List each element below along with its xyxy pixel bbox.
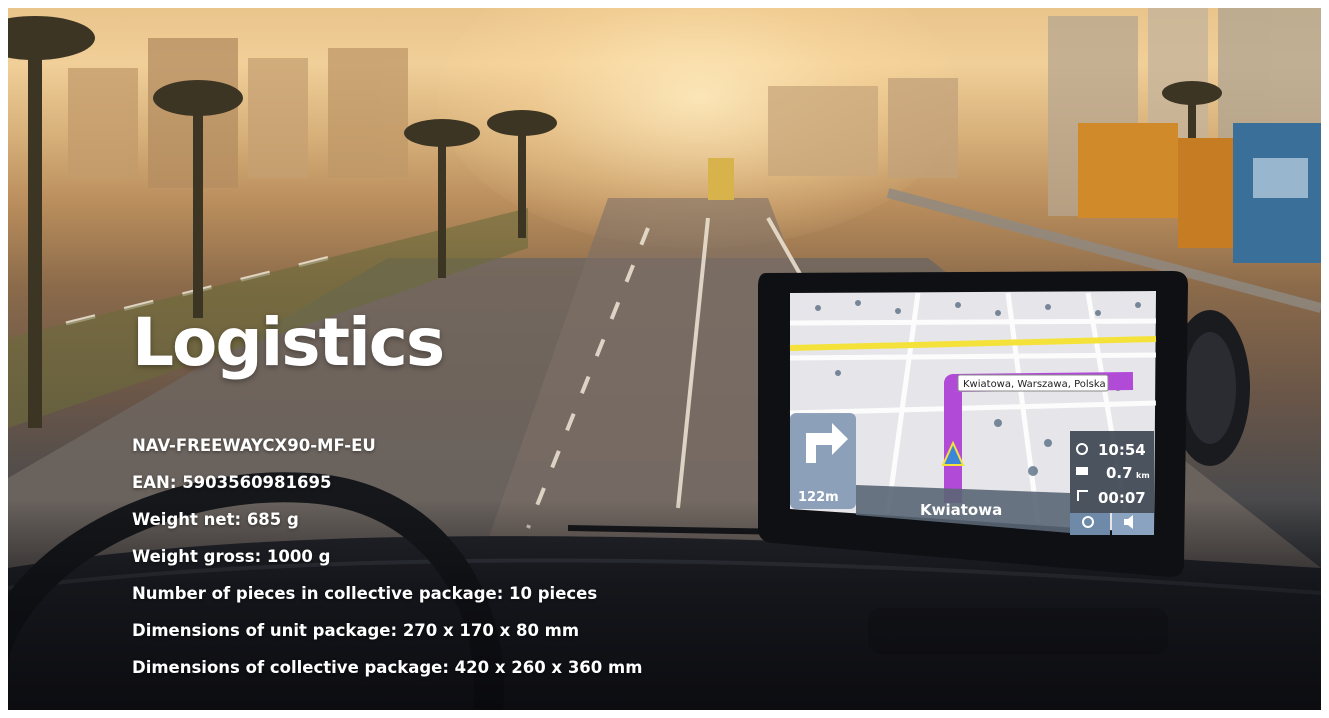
remaining-distance: 0.7 — [1106, 464, 1133, 482]
spec-weight-net: Weight net: 685 g — [132, 510, 299, 529]
spec-weight-gross: Weight gross: 1000 g — [132, 547, 331, 566]
street-name: Kwiatowa — [920, 501, 1002, 519]
gps-search-button — [1070, 513, 1110, 535]
remaining-time: 00:07 — [1098, 489, 1146, 507]
spec-ean: EAN: 5903560981695 — [132, 473, 332, 492]
gps-navigation-device: Kwiatowa, Warszawa, Polska 122m Kwiatowa… — [758, 271, 1250, 577]
remaining-distance-unit: km — [1136, 471, 1150, 480]
turn-distance: 122m — [798, 490, 839, 505]
flag-icon — [1076, 467, 1088, 475]
spec-collective-package-dimensions: Dimensions of collective package: 420 x … — [132, 658, 643, 677]
eta-time: 10:54 — [1098, 441, 1146, 459]
map-screen: Kwiatowa, Warszawa, Polska 122m Kwiatowa… — [789, 291, 1157, 535]
hero-banner: Kwiatowa, Warszawa, Polska 122m Kwiatowa… — [8, 8, 1321, 710]
spec-unit-package-dimensions: Dimensions of unit package: 270 x 170 x … — [132, 621, 580, 640]
spec-model: NAV-FREEWAYCX90-MF-EU — [132, 436, 376, 455]
product-specs-list: NAV-FREEWAYCX90-MF-EU EAN: 5903560981695… — [132, 436, 642, 695]
page-title: Logistics — [132, 304, 445, 381]
spec-collective-pieces: Number of pieces in collective package: … — [132, 584, 598, 603]
address-label: Kwiatowa, Warszawa, Polska — [963, 379, 1106, 390]
